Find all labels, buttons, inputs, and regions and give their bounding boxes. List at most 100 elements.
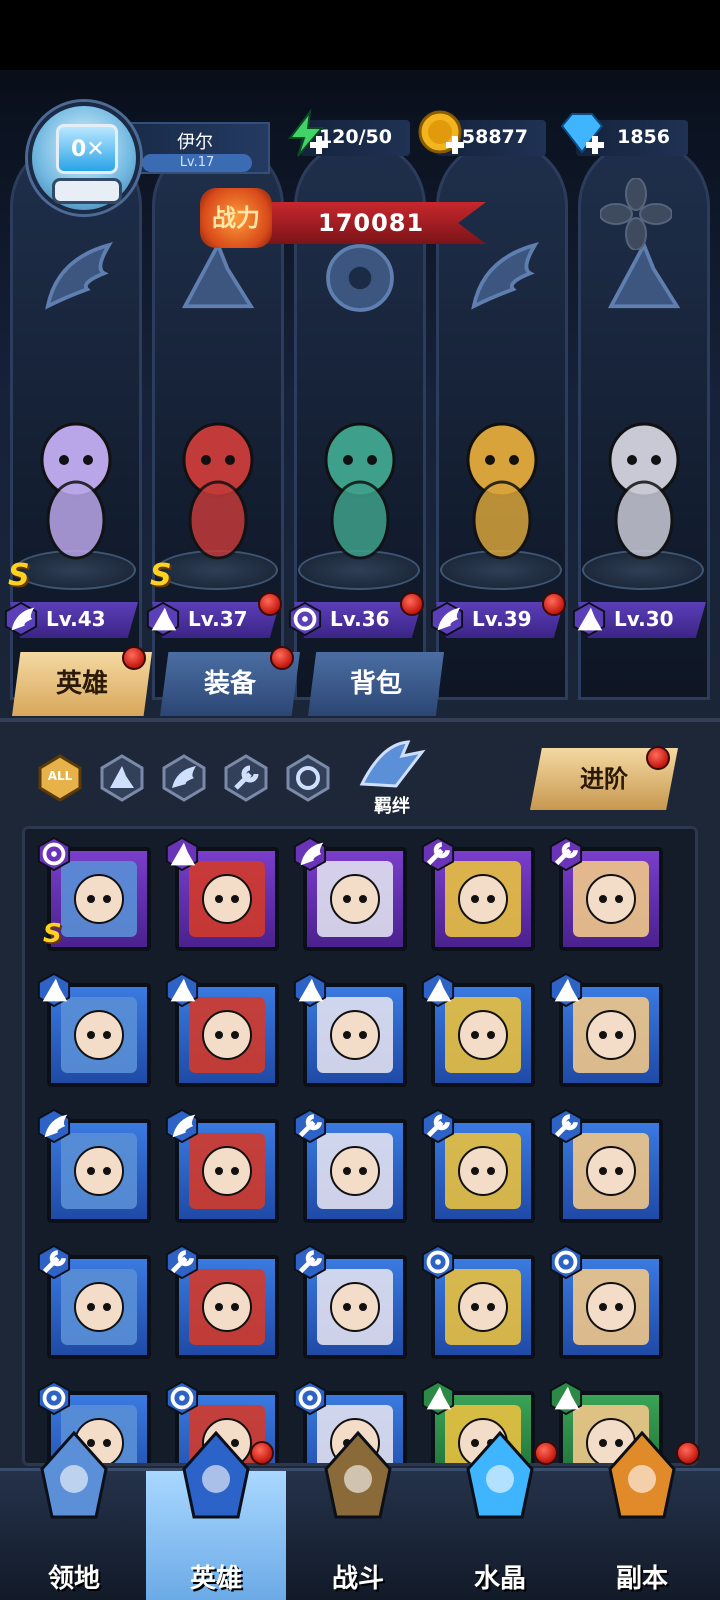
hero-card-portrait: [573, 1133, 649, 1209]
wrench-icon: [224, 754, 268, 802]
filter-wing[interactable]: [160, 754, 208, 802]
hat-icon: [165, 836, 199, 872]
nav-label: 水晶: [473, 1564, 526, 1594]
hero-card[interactable]: [293, 1108, 407, 1223]
hero-card[interactable]: [293, 972, 407, 1087]
avatar-base: [52, 178, 122, 204]
wing-icon: [29, 223, 123, 333]
hat-icon: [293, 972, 327, 1008]
hat-icon: [549, 1380, 583, 1416]
hero-level: Lv.39: [472, 607, 532, 631]
hero-card-portrait: [317, 1269, 393, 1345]
lineup-hero-3[interactable]: Lv.36: [288, 380, 428, 650]
hero-card[interactable]: [293, 836, 407, 951]
rank-s-badge: S: [8, 558, 30, 593]
nav-label: 领地: [47, 1564, 100, 1594]
hero-card-portrait: [573, 861, 649, 937]
fang-icon: [286, 754, 330, 802]
tab-heroes-badge: [122, 646, 146, 670]
energy-value: 120/50: [318, 126, 392, 148]
hat-icon: [549, 972, 583, 1008]
hero-card[interactable]: [421, 836, 535, 951]
player-level: Lv.17: [142, 154, 252, 172]
hero-level: Lv.36: [330, 607, 390, 631]
nav-label: 战斗: [331, 1564, 384, 1594]
wrench-icon: [421, 1108, 455, 1144]
lineup-hero-4[interactable]: Lv.39: [430, 380, 570, 650]
wrench-icon: [549, 1108, 583, 1144]
robot-fish-tank-icon: 0✕: [56, 124, 118, 174]
player-name: 伊尔: [177, 132, 213, 153]
tab-equipment-badge: [270, 646, 294, 670]
wing-icon: [37, 1108, 71, 1144]
filter-hat[interactable]: [98, 754, 146, 802]
diamond-plus-icon[interactable]: [556, 108, 608, 160]
hero-card[interactable]: [165, 836, 279, 951]
hero-card-portrait: [573, 997, 649, 1073]
hero-card[interactable]: S: [37, 836, 151, 951]
hero-card[interactable]: [549, 972, 663, 1087]
hero-card-portrait: [445, 1269, 521, 1345]
hero-card[interactable]: [165, 972, 279, 1087]
filter-wrench[interactable]: [222, 754, 270, 802]
hero-card[interactable]: [37, 1244, 151, 1359]
hero-card[interactable]: [421, 1244, 535, 1359]
wrench-icon: [293, 1108, 327, 1144]
hat-icon: [100, 754, 144, 802]
hero-card[interactable]: [549, 1108, 663, 1223]
notification-badge: [542, 592, 566, 616]
hero-portrait: [608, 422, 680, 560]
hero-card[interactable]: [293, 1244, 407, 1359]
nav-territory[interactable]: 领地: [4, 1430, 144, 1600]
hero-card-portrait: [189, 861, 265, 937]
hero-card[interactable]: [165, 1244, 279, 1359]
fang-icon: [165, 1380, 199, 1416]
tab-heroes-label: 英雄: [55, 669, 108, 699]
bond-button[interactable]: 羁绊: [352, 734, 432, 822]
hero-card[interactable]: [549, 1244, 663, 1359]
hero-card[interactable]: [421, 1108, 535, 1223]
hero-level: Lv.43: [46, 607, 106, 631]
gold-counter[interactable]: 58877: [418, 110, 546, 156]
hat-icon: [572, 601, 606, 637]
player-namebar[interactable]: 伊尔 Lv.17: [120, 122, 270, 174]
diamond-counter[interactable]: 1856: [560, 113, 688, 156]
gold-coin-plus-icon[interactable]: [416, 108, 468, 160]
filter-all[interactable]: ALL: [36, 754, 84, 802]
hero-card[interactable]: [421, 972, 535, 1087]
lineup-hero-2[interactable]: Lv.37 S: [146, 380, 286, 650]
wing-icon: [293, 836, 327, 872]
wing-icon: [430, 601, 464, 637]
hero-card[interactable]: [37, 1108, 151, 1223]
wrench-icon: [549, 836, 583, 872]
nav-label: 副本: [615, 1564, 668, 1594]
lineup-hero-1[interactable]: Lv.43 S: [4, 380, 144, 650]
nav-crystal[interactable]: 水晶: [430, 1430, 570, 1600]
notification-badge: [534, 1441, 558, 1465]
hero-portrait: [466, 422, 538, 560]
energy-counter[interactable]: 120/50: [287, 108, 410, 157]
fang-icon: [421, 1244, 455, 1280]
nav-heroes[interactable]: 英雄: [146, 1430, 286, 1600]
hero-card[interactable]: [37, 972, 151, 1087]
nav-dungeon[interactable]: 副本: [572, 1430, 712, 1600]
power-value: 170081: [318, 209, 425, 237]
hero-card-portrait: [317, 997, 393, 1073]
wing-icon: [165, 1108, 199, 1144]
gold-value: 58877: [461, 126, 528, 148]
status-band: [0, 0, 720, 70]
hero-card-portrait: [317, 1133, 393, 1209]
player-avatar[interactable]: 0✕: [28, 102, 140, 214]
hero-card[interactable]: [165, 1108, 279, 1223]
hero-card-portrait: [445, 861, 521, 937]
hero-card-portrait: [445, 997, 521, 1073]
lineup-hero-5[interactable]: Lv.30: [572, 380, 712, 650]
nav-battle[interactable]: 战斗: [288, 1430, 428, 1600]
hero-card-portrait: [61, 1269, 137, 1345]
hero-card[interactable]: [549, 836, 663, 951]
filter-fang[interactable]: [284, 754, 332, 802]
hat-icon: [421, 1380, 455, 1416]
hero-portrait: [40, 422, 112, 560]
wrench-icon: [37, 1244, 71, 1280]
tab-backpack[interactable]: 背包: [308, 652, 444, 716]
